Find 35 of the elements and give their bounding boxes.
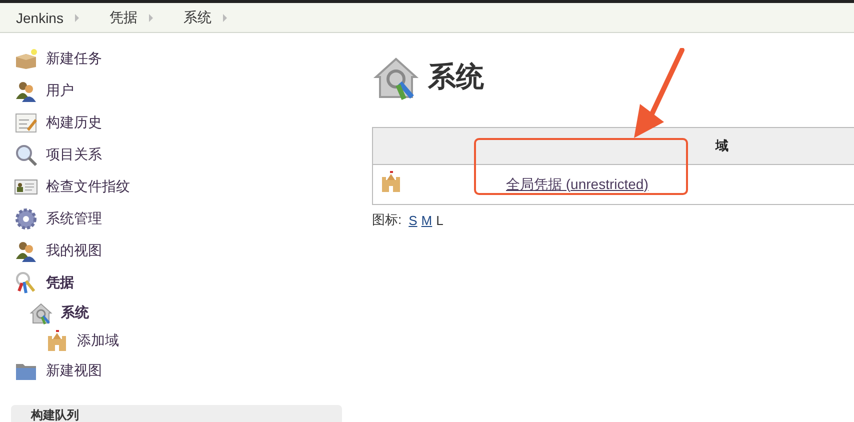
sidebar-item[interactable]: 系统管理	[46, 210, 102, 228]
sidebar-item[interactable]: 检查文件指纹	[46, 178, 130, 196]
notepad-icon	[14, 111, 38, 135]
chevron-icon	[149, 14, 154, 22]
house-icon	[29, 301, 53, 325]
sidebar-item[interactable]: 凭据	[46, 274, 74, 292]
icon-size-label: 图标:	[372, 211, 402, 229]
gear-icon	[14, 207, 38, 231]
magnifier-icon	[14, 143, 38, 167]
sidebar-item[interactable]: 新建任务	[46, 50, 102, 68]
breadcrumb-link[interactable]: 系统	[183, 8, 224, 26]
castle-icon	[379, 170, 403, 194]
users-icon	[14, 239, 38, 263]
chevron-icon	[75, 14, 80, 22]
castle-icon	[45, 329, 69, 353]
sidebar-item[interactable]: 添加域	[77, 332, 119, 350]
size-link[interactable]: S	[408, 212, 418, 228]
breadcrumb-link[interactable]: Jenkins	[16, 10, 76, 26]
page-title: 系统	[428, 60, 484, 94]
keys-icon	[14, 271, 38, 295]
sidebar-item[interactable]: 用户	[46, 82, 74, 100]
users-icon	[14, 79, 38, 103]
size-link[interactable]: M	[421, 212, 432, 228]
domain-link[interactable]: 全局凭据 (unrestricted)	[506, 176, 648, 192]
box-icon	[14, 47, 38, 71]
current-size-text: L	[436, 212, 444, 228]
sidebar-item[interactable]: 项目关系	[46, 146, 102, 164]
sidebar-item[interactable]: 系统	[61, 304, 89, 322]
breadcrumb-link[interactable]: 凭据	[109, 8, 150, 26]
sidebar-item[interactable]: 我的视图	[46, 242, 102, 260]
sidebar-item[interactable]: 新建视图	[46, 362, 102, 380]
sidebar-item[interactable]: 构建历史	[46, 114, 102, 132]
column-header: 域	[372, 128, 854, 164]
panel-title: 构建队列	[31, 408, 80, 422]
chevron-icon	[223, 14, 228, 22]
